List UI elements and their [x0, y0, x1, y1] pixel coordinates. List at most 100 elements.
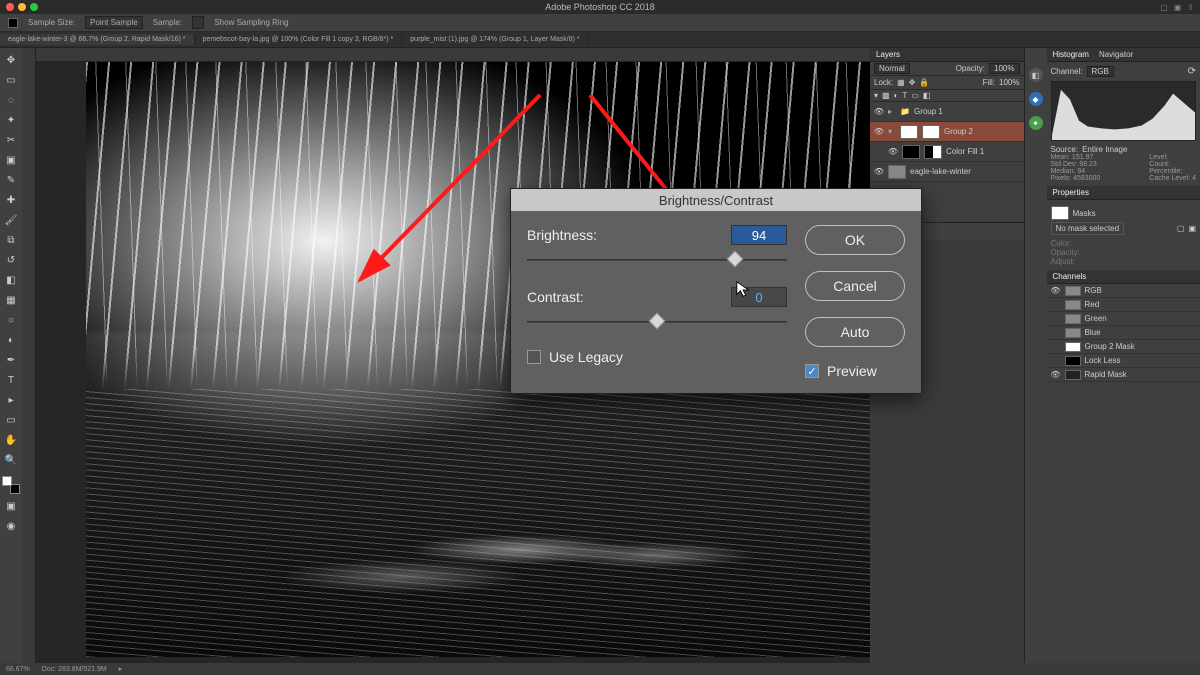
move-tool-icon[interactable]: ✥ — [3, 52, 19, 68]
navigator-tab[interactable]: Navigator — [1099, 50, 1133, 59]
layer-group-2-selected[interactable]: 👁 ▾ Group 2 — [870, 122, 1024, 142]
clone-tool-icon[interactable]: ⧉ — [3, 232, 19, 248]
lock-all-icon[interactable]: 🔒 — [919, 78, 929, 87]
visibility-icon[interactable]: 👁 — [874, 107, 884, 117]
type-tool-icon[interactable]: T — [3, 372, 19, 388]
filter-smart-icon[interactable]: ◧ — [923, 91, 931, 100]
contrast-slider[interactable] — [527, 313, 787, 331]
blend-mode-dropdown[interactable]: Normal — [874, 63, 910, 74]
sample-size-dropdown[interactable]: Point Sample — [85, 16, 143, 29]
path-select-icon[interactable]: ▸ — [3, 392, 19, 408]
screen-mode-icon[interactable]: ▣ — [3, 498, 19, 514]
shape-tool-icon[interactable]: ▭ — [3, 412, 19, 428]
frame-tool-icon[interactable]: ▣ — [3, 152, 19, 168]
filter-shape-icon[interactable]: ▭ — [911, 91, 919, 100]
refresh-histogram-icon[interactable]: ⟳ — [1188, 66, 1196, 77]
channel-green[interactable]: Green — [1047, 312, 1200, 326]
blur-tool-icon[interactable]: ○ — [3, 312, 19, 328]
gradient-tool-icon[interactable]: ▦ — [3, 292, 19, 308]
brush-tool-icon[interactable]: 🖌 — [3, 212, 19, 228]
eyedropper-tool-icon[interactable] — [8, 18, 18, 28]
cancel-button[interactable]: Cancel — [805, 271, 905, 301]
lasso-tool-icon[interactable]: ◌ — [3, 92, 19, 108]
zoom-tool-icon[interactable]: 🔍 — [3, 452, 19, 468]
properties-tab[interactable]: Properties — [1053, 188, 1089, 197]
eyedropper-tool-icon[interactable]: ✎ — [3, 172, 19, 188]
masks-label: Masks — [1073, 209, 1096, 218]
hist-channel-dropdown[interactable]: RGB — [1087, 66, 1114, 77]
brightness-slider[interactable] — [527, 251, 787, 269]
use-legacy-checkbox[interactable]: Use Legacy — [527, 349, 787, 365]
channel-group2mask[interactable]: Group 2 Mask — [1047, 340, 1200, 354]
lock-pixels-icon[interactable]: ▦ — [897, 78, 905, 87]
layer-label: Group 2 — [944, 127, 973, 136]
zoom-level[interactable]: 66.67% — [6, 666, 30, 673]
layer-thumb — [900, 125, 918, 139]
auto-button[interactable]: Auto — [805, 317, 905, 347]
add-mask-icon[interactable]: ▢ — [1177, 224, 1185, 233]
layer-colorfill[interactable]: 👁 Color Fill 1 — [870, 142, 1024, 162]
layer-filter-icon[interactable]: ▾ — [874, 91, 878, 100]
crop-tool-icon[interactable]: ✂ — [3, 132, 19, 148]
eraser-tool-icon[interactable]: ◧ — [3, 272, 19, 288]
mask-thumb — [922, 125, 940, 139]
filter-pixel-icon[interactable]: ▩ — [882, 91, 890, 100]
visibility-icon[interactable]: 👁 — [888, 147, 898, 157]
channel-red[interactable]: Red — [1047, 298, 1200, 312]
healing-tool-icon[interactable]: ✚ — [3, 192, 19, 208]
filter-adj-icon[interactable]: ◐ — [894, 91, 899, 100]
sample-dropdown[interactable] — [192, 16, 204, 29]
library-panel-icon[interactable]: ◆ — [1029, 92, 1043, 106]
dodge-tool-icon[interactable]: ◐ — [3, 332, 19, 348]
preview-checkbox[interactable]: Preview — [805, 363, 905, 379]
opacity-field[interactable]: 100% — [989, 63, 1019, 74]
layer-label: Color Fill 1 — [946, 147, 984, 156]
layers-panel-tab[interactable]: Layers — [870, 48, 1024, 62]
channel-rapidmask[interactable]: 👁Rapid Mask — [1047, 368, 1200, 382]
histogram-tab[interactable]: Histogram — [1053, 50, 1089, 59]
visibility-icon[interactable]: 👁 — [874, 127, 884, 137]
doc-tab-2[interactable]: purple_mist (1).jpg @ 174% (Group 1, Lay… — [402, 34, 588, 45]
histogram-stats: Mean: 151.97 Std Dev: 98.23 Median: 94 P… — [1051, 154, 1197, 182]
sample-size-label: Sample Size: — [28, 18, 75, 27]
brightness-label: Brightness: — [527, 227, 731, 243]
channel-rgb[interactable]: 👁RGB — [1047, 284, 1200, 298]
marquee-tool-icon[interactable]: ▭ — [3, 72, 19, 88]
options-bar: Sample Size: Point Sample Sample: Show S… — [0, 14, 1200, 32]
collapsed-panels-strip: ◧ ◆ ✦ — [1025, 48, 1047, 663]
ruler-horizontal[interactable] — [36, 48, 870, 62]
contrast-label: Contrast: — [527, 289, 731, 305]
preview-label: Preview — [827, 363, 877, 379]
hand-tool-icon[interactable]: ✋ — [3, 432, 19, 448]
channel-lockless[interactable]: Lock Less — [1047, 354, 1200, 368]
channels-tab-row: Channels — [1047, 270, 1200, 284]
histogram-tabs: Histogram Navigator — [1047, 48, 1200, 62]
layer-group-1[interactable]: 👁 ▸ 📁 Group 1 — [870, 102, 1024, 122]
visibility-icon[interactable]: 👁 — [874, 167, 884, 177]
status-chevron-icon[interactable]: ▸ — [119, 665, 123, 673]
fill-field[interactable]: 100% — [999, 78, 1019, 87]
ok-button[interactable]: OK — [805, 225, 905, 255]
doc-tab-1[interactable]: pemebscot-bay-la.jpg @ 100% (Color Fill … — [195, 34, 403, 45]
add-vector-mask-icon[interactable]: ▣ — [1188, 224, 1196, 233]
pen-tool-icon[interactable]: ✒ — [3, 352, 19, 368]
adjustments-panel-icon[interactable]: ✦ — [1029, 116, 1043, 130]
brightness-value-field[interactable]: 94 — [731, 225, 787, 245]
ruler-vertical[interactable] — [22, 48, 36, 663]
doc-tab-0[interactable]: eagle-lake-winter-3 @ 66.7% (Group 2, Ra… — [0, 34, 195, 45]
lock-position-icon[interactable]: ✥ — [909, 78, 916, 87]
hist-source-value[interactable]: Entire Image — [1082, 145, 1127, 154]
channels-tab[interactable]: Channels — [1053, 272, 1087, 281]
doc-info[interactable]: Doc: 283.8M/521.9M — [42, 666, 107, 673]
layer-background[interactable]: 👁 eagle-lake-winter — [870, 162, 1024, 182]
properties-panel: Masks No mask selected ▢ ▣ Color: Opacit… — [1047, 200, 1200, 270]
foreground-background-swatch[interactable] — [2, 476, 20, 494]
contrast-value-field[interactable]: 0 — [731, 287, 787, 307]
history-brush-icon[interactable]: ↺ — [3, 252, 19, 268]
filter-type-icon[interactable]: T — [902, 91, 907, 100]
dialog-title: Brightness/Contrast — [511, 189, 921, 211]
channel-blue[interactable]: Blue — [1047, 326, 1200, 340]
quick-select-tool-icon[interactable]: ✦ — [3, 112, 19, 128]
quickmask-icon[interactable]: ◉ — [3, 518, 19, 534]
color-panel-icon[interactable]: ◧ — [1029, 68, 1043, 82]
